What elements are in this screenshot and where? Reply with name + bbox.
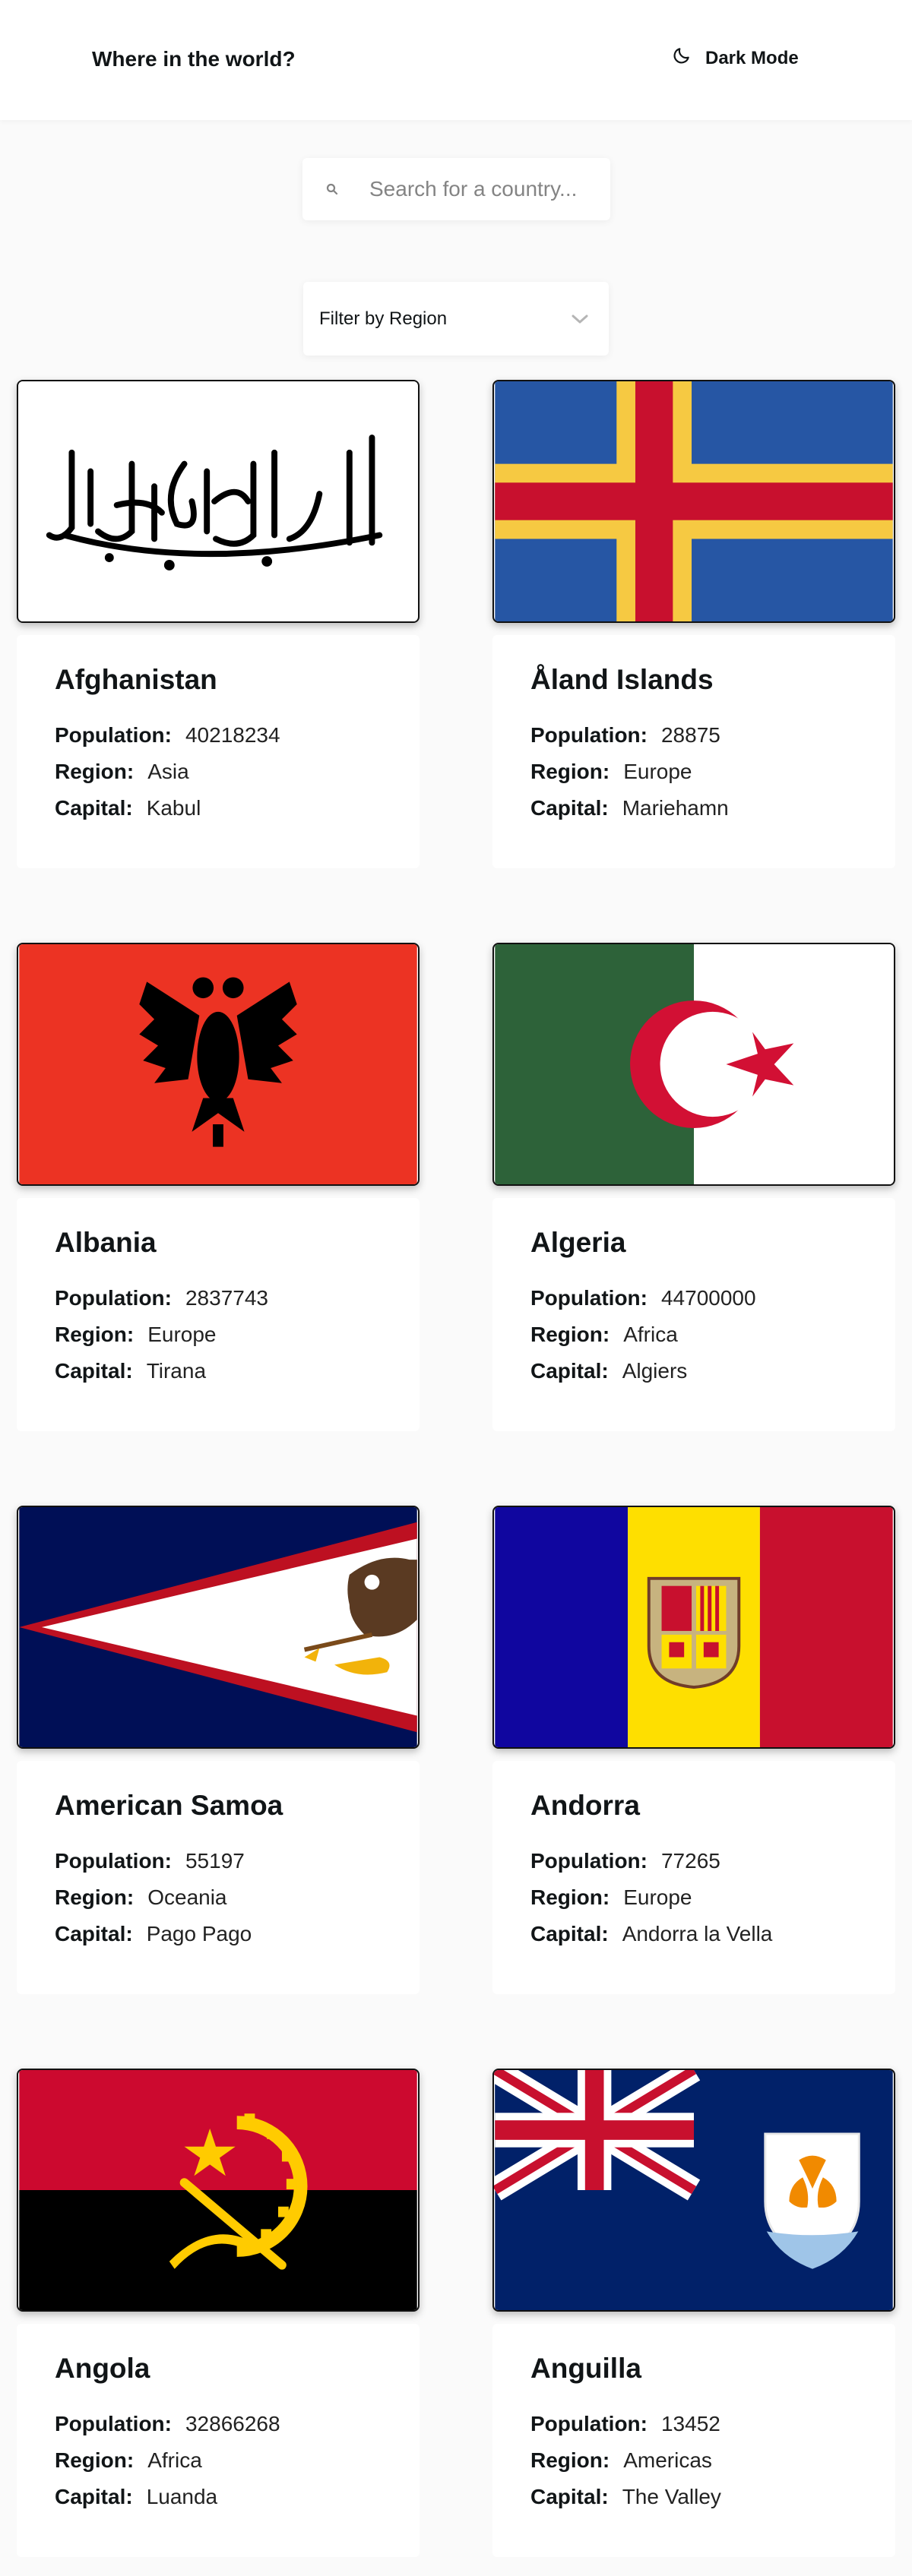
dark-mode-label: Dark Mode: [705, 47, 799, 68]
country-info: American Samoa Population: 55197 Region: O…: [17, 1761, 420, 1994]
country-info: Algeria Population: 44700000 Region: Afric…: [492, 1198, 895, 1431]
region-filter-dropdown[interactable]: Filter by Region: [303, 282, 609, 356]
country-name[interactable]: Angola: [55, 2353, 420, 2385]
flag-image: [492, 943, 895, 1186]
flag-image: [492, 380, 895, 623]
capital-value: Luanda: [146, 2485, 218, 2508]
population-value: 2837743: [185, 1286, 268, 1310]
app-title: Where in the world?: [92, 47, 296, 71]
capital-label: Capital:: [530, 1359, 609, 1383]
capital-label: Capital:: [55, 1922, 133, 1945]
chevron-down-icon: [571, 308, 589, 330]
population-value: 55197: [185, 1849, 245, 1873]
capital-label: Capital:: [530, 1922, 609, 1945]
region-label: Region:: [55, 760, 135, 783]
region-label: Region:: [530, 1323, 610, 1346]
flag-image: [492, 1506, 895, 1749]
country-card[interactable]: Algeria Population: 44700000 Region: Afric…: [492, 943, 895, 1431]
country-name[interactable]: Åland Islands: [530, 664, 895, 696]
country-card[interactable]: American Samoa Population: 55197 Region: O…: [17, 1506, 420, 1994]
region-value: Europe: [147, 1323, 217, 1346]
region-value: Africa: [147, 2448, 202, 2472]
flag-image: [17, 2069, 420, 2312]
capital-label: Capital:: [530, 796, 609, 820]
dark-mode-toggle[interactable]: Dark Mode: [672, 46, 799, 71]
region-value: Asia: [147, 760, 189, 783]
population-label: Population:: [55, 723, 172, 747]
country-card[interactable]: Åland Islands Population: 28875 Region: Eu…: [492, 380, 895, 868]
country-card[interactable]: Albania Population: 2837743 Region: Europe…: [17, 943, 420, 1431]
capital-label: Capital:: [530, 2485, 609, 2508]
population-value: 13452: [660, 2412, 720, 2435]
region-filter-label: Filter by Region: [319, 308, 448, 329]
capital-value: Andorra la Vella: [622, 1922, 773, 1945]
moon-icon: [672, 46, 692, 71]
population-value: 40218234: [185, 723, 280, 747]
capital-value: Kabul: [146, 796, 201, 820]
country-info: Albania Population: 2837743 Region: Europe…: [17, 1198, 420, 1431]
search-icon: [302, 182, 339, 196]
population-label: Population:: [55, 2412, 172, 2435]
flag-image: [17, 943, 420, 1186]
population-label: Population:: [530, 1849, 648, 1873]
capital-value: The Valley: [622, 2485, 721, 2508]
population-label: Population:: [530, 1286, 648, 1310]
population-value: 32866268: [185, 2412, 280, 2435]
top-bar: Where in the world? Dark Mode: [0, 0, 912, 120]
population-label: Population:: [55, 1286, 172, 1310]
search-box[interactable]: [302, 158, 613, 220]
country-info: Anguilla Population: 13452 Region: America…: [492, 2324, 895, 2557]
flag-image: [17, 1506, 420, 1749]
capital-value: Pago Pago: [146, 1922, 252, 1945]
country-name[interactable]: Albania: [55, 1227, 420, 1259]
capital-label: Capital:: [55, 2485, 133, 2508]
population-label: Population:: [55, 1849, 172, 1873]
country-info: Angola Population: 32866268 Region: Africa…: [17, 2324, 420, 2557]
country-card[interactable]: Andorra Population: 77265 Region: Europe C…: [492, 1506, 895, 1994]
country-name[interactable]: Afghanistan: [55, 664, 420, 696]
region-value: Oceania: [147, 1885, 227, 1909]
country-name[interactable]: Andorra: [530, 1790, 895, 1822]
country-info: Åland Islands Population: 28875 Region: Eu…: [492, 635, 895, 868]
region-value: Africa: [623, 1323, 678, 1346]
region-value: Europe: [623, 760, 692, 783]
region-label: Region:: [55, 1323, 135, 1346]
country-name[interactable]: Anguilla: [530, 2353, 895, 2385]
population-label: Population:: [530, 2412, 648, 2435]
population-label: Population:: [530, 723, 648, 747]
capital-value: Tirana: [146, 1359, 207, 1383]
capital-value: Algiers: [622, 1359, 688, 1383]
country-card[interactable]: Afghanistan Population: 40218234 Region: A…: [17, 380, 420, 868]
country-name[interactable]: Algeria: [530, 1227, 895, 1259]
capital-label: Capital:: [55, 1359, 133, 1383]
country-name[interactable]: American Samoa: [55, 1790, 420, 1822]
region-label: Region:: [55, 2448, 135, 2472]
population-value: 44700000: [660, 1286, 756, 1310]
region-label: Region:: [530, 1885, 610, 1909]
region-label: Region:: [55, 1885, 135, 1909]
capital-value: Mariehamn: [622, 796, 729, 820]
population-value: 28875: [660, 723, 720, 747]
region-label: Region:: [530, 2448, 610, 2472]
region-label: Region:: [530, 760, 610, 783]
capital-label: Capital:: [55, 796, 133, 820]
region-value: Europe: [623, 1885, 692, 1909]
country-info: Afghanistan Population: 40218234 Region: A…: [17, 635, 420, 868]
flag-image: [492, 2069, 895, 2312]
population-value: 77265: [660, 1849, 720, 1873]
country-card[interactable]: Anguilla Population: 13452 Region: America…: [492, 2069, 895, 2557]
search-input[interactable]: [369, 177, 613, 201]
region-value: Americas: [623, 2448, 712, 2472]
flag-image: [17, 380, 420, 623]
country-info: Andorra Population: 77265 Region: Europe C…: [492, 1761, 895, 1994]
country-card[interactable]: Angola Population: 32866268 Region: Africa…: [17, 2069, 420, 2557]
